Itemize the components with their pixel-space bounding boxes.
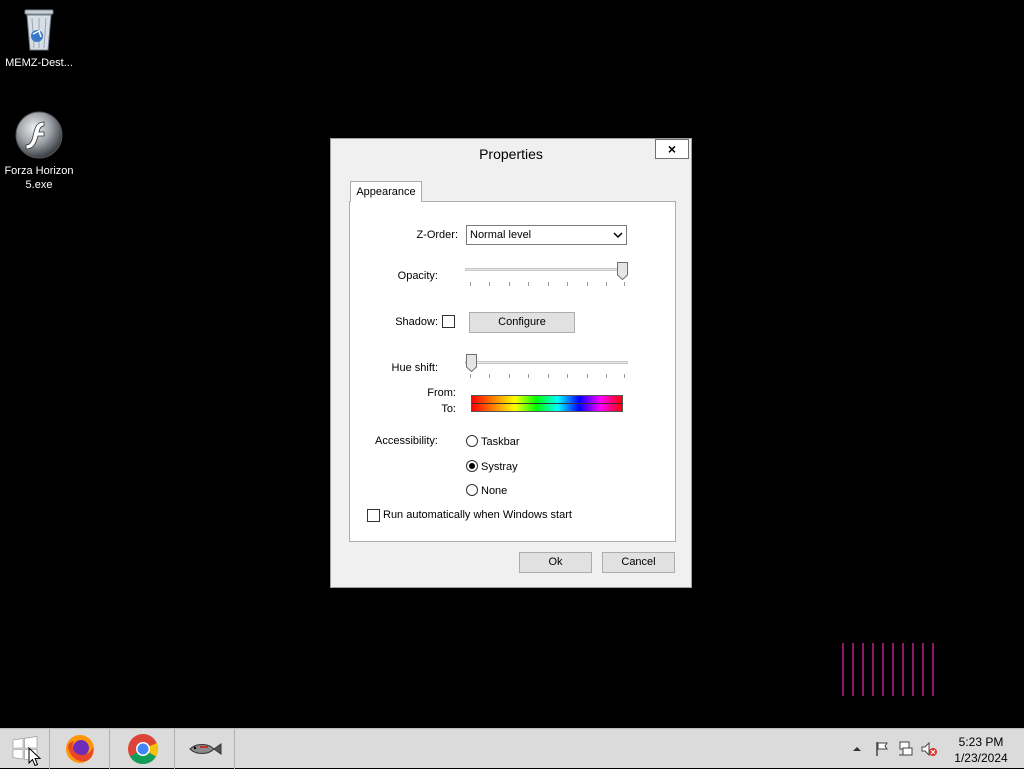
- opacity-ticks: [470, 282, 626, 286]
- hue-shift-label: Hue shift:: [391, 362, 438, 374]
- radio-none[interactable]: [466, 484, 478, 496]
- autorun-checkbox[interactable]: [367, 509, 380, 522]
- ok-button[interactable]: Ok: [519, 552, 592, 573]
- zorder-select[interactable]: Normal level: [466, 225, 627, 245]
- clock-date: 1/23/2024: [954, 751, 1008, 765]
- fish-icon: [189, 743, 222, 755]
- tab-appearance[interactable]: Appearance: [350, 181, 422, 202]
- desktop-icon-label: Forza Horizon 5.exe: [4, 165, 74, 191]
- desktop-icon-forza-horizon[interactable]: Forza Horizon 5.exe: [0, 110, 78, 192]
- radio-none-label: None: [481, 485, 508, 497]
- recycle-bin-icon: [24, 9, 54, 51]
- chrome-icon: [128, 734, 159, 765]
- radio-taskbar-label: Taskbar: [481, 436, 520, 448]
- mouse-cursor-icon: [28, 747, 41, 767]
- taskbar-firefox[interactable]: [50, 729, 110, 769]
- close-icon: ×: [667, 141, 677, 157]
- taskbar-chrome[interactable]: [110, 729, 175, 769]
- accessibility-label: Accessibility:: [375, 435, 438, 447]
- close-button[interactable]: ×: [655, 139, 689, 159]
- show-hidden-icons-arrow[interactable]: [852, 744, 862, 754]
- action-center-flag-icon[interactable]: [874, 741, 890, 757]
- opacity-slider-thumb[interactable]: [617, 262, 628, 280]
- clock-time: 5:23 PM: [958, 735, 1004, 749]
- volume-muted-icon[interactable]: [920, 741, 938, 757]
- radio-systray[interactable]: [466, 460, 478, 472]
- hue-shift-slider-thumb[interactable]: [466, 354, 477, 372]
- cancel-button[interactable]: Cancel: [602, 552, 675, 573]
- start-button[interactable]: [0, 729, 50, 769]
- hue-shift-slider[interactable]: [465, 361, 628, 364]
- dialog-title: Properties: [479, 146, 543, 162]
- shadow-label: Shadow:: [395, 316, 438, 328]
- zorder-value: Normal level: [470, 229, 532, 241]
- properties-dialog: Properties × Appearance Z-Order: Normal …: [330, 138, 692, 588]
- radio-taskbar[interactable]: [466, 435, 478, 447]
- opacity-slider[interactable]: [465, 268, 628, 271]
- hue-shift-ticks: [470, 374, 626, 378]
- zorder-label: Z-Order:: [416, 229, 458, 241]
- firefox-icon: [66, 735, 94, 763]
- configure-button[interactable]: Configure: [469, 312, 575, 333]
- opacity-label: Opacity:: [397, 270, 438, 282]
- taskbar-fish-app[interactable]: [175, 729, 235, 769]
- shadow-checkbox[interactable]: [442, 315, 455, 328]
- appearance-panel: Z-Order: Normal level Opacity: Shadow: C…: [349, 201, 676, 542]
- flash-player-icon: [15, 111, 63, 159]
- chevron-down-icon: [613, 232, 623, 239]
- taskbar: 5:23 PM 1/23/2024: [0, 728, 1024, 769]
- hue-gradient-preview: [471, 395, 623, 412]
- autorun-label[interactable]: Run automatically when Windows start: [383, 509, 572, 521]
- taskbar-clock[interactable]: 5:23 PM 1/23/2024: [946, 734, 1016, 766]
- network-icon[interactable]: [898, 741, 914, 757]
- desktop-icon-label: MEMZ-Dest...: [5, 57, 73, 69]
- dialog-titlebar[interactable]: Properties: [331, 139, 691, 169]
- desktop-icon-recycle-bin[interactable]: MEMZ-Dest...: [0, 6, 78, 70]
- system-tray: [850, 729, 940, 769]
- to-label: To:: [441, 403, 456, 415]
- radio-systray-label: Systray: [481, 461, 518, 473]
- glitch-lines: [842, 643, 934, 696]
- from-label: From:: [427, 387, 456, 399]
